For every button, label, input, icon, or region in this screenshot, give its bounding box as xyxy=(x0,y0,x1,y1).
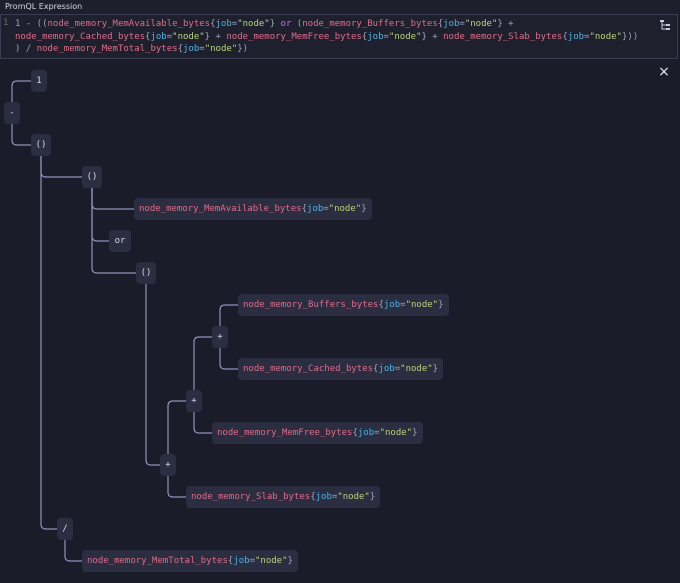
node-punct: } xyxy=(361,204,367,214)
tree-edge xyxy=(40,156,82,178)
node-punct: } xyxy=(287,556,293,566)
tree-edge xyxy=(91,188,134,210)
code-token: node_memory_MemAvailable_bytes xyxy=(47,19,211,29)
tree-node-n1[interactable]: 1 xyxy=(31,70,47,92)
tree-node-paren2[interactable]: () xyxy=(82,166,102,188)
code-token: } + xyxy=(497,19,520,29)
code-token: ( xyxy=(291,19,303,29)
code-token: "node" xyxy=(237,19,270,29)
tree-edge xyxy=(193,336,212,390)
tree-node-buffers[interactable]: node_memory_Buffers_bytes{job="node"} xyxy=(238,294,449,316)
code-token: job xyxy=(567,31,585,42)
node-punct: } xyxy=(369,492,376,502)
tree-node-memfree[interactable]: node_memory_MemFree_bytes{job="node"} xyxy=(212,422,423,444)
tree-view-icon[interactable] xyxy=(658,16,672,30)
tree-node-plus3[interactable]: + xyxy=(160,454,176,476)
expression-code[interactable]: 1 - ((node_memory_MemAvailable_bytes{job… xyxy=(15,18,638,56)
tree-node-slab[interactable]: node_memory_Slab_bytes{job="node"} xyxy=(186,486,381,508)
node-label: job xyxy=(357,428,375,438)
code-token: job xyxy=(183,44,200,54)
code-token: node_memory_Cached_bytes xyxy=(15,31,146,42)
node-metric: node_memory_Cached_bytes xyxy=(243,364,374,374)
code-token: job xyxy=(215,19,232,29)
code-token: })) xyxy=(621,31,639,42)
tree-edge xyxy=(167,400,186,454)
code-token: "node" xyxy=(388,31,422,42)
node-metric: node_memory_Slab_bytes xyxy=(191,492,311,502)
code-line: 1 - ((node_memory_MemAvailable_bytes{job… xyxy=(15,18,638,31)
tree-node-memavail[interactable]: node_memory_MemAvailable_bytes{job="node… xyxy=(134,198,372,220)
node-value: "node" xyxy=(337,492,370,502)
code-token: } xyxy=(269,19,281,29)
code-token: node_memory_Buffers_bytes xyxy=(302,19,438,29)
tree-node-divide[interactable]: / xyxy=(57,518,73,540)
node-metric: node_memory_MemAvailable_bytes xyxy=(139,204,302,214)
expression-editor[interactable]: 1 1 - ((node_memory_MemAvailable_bytes{j… xyxy=(0,14,678,59)
tree-node-cached[interactable]: node_memory_Cached_bytes{job="node"} xyxy=(238,358,444,380)
tree-node-paren1[interactable]: () xyxy=(31,134,51,156)
code-token: } + xyxy=(421,31,444,42)
code-token: job xyxy=(150,31,167,42)
node-metric: node_memory_MemTotal_bytes xyxy=(87,556,228,566)
panel-title: PromQL Expression xyxy=(5,2,83,11)
tree-edge xyxy=(219,348,238,370)
node-value: "node" xyxy=(405,300,439,310)
code-token: or xyxy=(280,19,292,29)
tree-edge xyxy=(193,412,212,434)
tree-node-memtotal[interactable]: node_memory_MemTotal_bytes{job="node"} xyxy=(82,550,298,572)
code-token: ) / xyxy=(15,44,37,54)
tree-node-or[interactable]: or xyxy=(109,230,131,252)
node-label: job xyxy=(306,204,324,214)
node-label: job xyxy=(378,364,395,374)
tree-node-paren3[interactable]: () xyxy=(136,262,156,284)
node-label: job xyxy=(233,556,250,566)
code-line: node_memory_Cached_bytes{job="node"} + n… xyxy=(15,31,638,44)
code-token: "node" xyxy=(464,19,498,29)
code-token: node_memory_MemTotal_bytes xyxy=(36,44,178,54)
tree-node-plus1[interactable]: + xyxy=(212,326,228,348)
node-value: "node" xyxy=(328,204,362,214)
code-token: job xyxy=(443,19,460,29)
node-punct: } xyxy=(438,300,444,310)
tree-edge xyxy=(167,476,186,498)
code-token: } + xyxy=(204,31,227,42)
node-label: job xyxy=(383,300,401,310)
line-number: 1 xyxy=(3,18,9,28)
node-value: "node" xyxy=(379,428,413,438)
tree-edge xyxy=(219,304,238,326)
tree-edge xyxy=(11,124,31,146)
node-punct: } xyxy=(432,364,439,374)
tree-edge xyxy=(91,188,109,242)
node-value: "node" xyxy=(255,556,288,566)
code-token: }) xyxy=(237,44,249,54)
code-token: job xyxy=(367,31,384,42)
tree-edge xyxy=(40,156,57,530)
panel-header: PromQL Expression xyxy=(0,0,680,14)
expression-tree: 1-()() node_memory_MemAvailable_bytes{job… xyxy=(0,59,680,583)
tree-node-minus[interactable]: - xyxy=(4,102,20,124)
code-token: 1 - (( xyxy=(15,19,48,29)
code-token: "node" xyxy=(589,31,622,42)
code-token: node_memory_MemFree_bytes xyxy=(226,31,362,42)
tree-edge xyxy=(11,80,31,102)
tree-node-plus2[interactable]: + xyxy=(186,390,202,412)
code-token: node_memory_Slab_bytes xyxy=(443,31,563,42)
node-value: "node" xyxy=(400,364,433,374)
node-metric: node_memory_MemFree_bytes xyxy=(217,428,353,438)
tree-edge xyxy=(145,284,160,466)
code-line: ) / node_memory_MemTotal_bytes{job="node… xyxy=(15,43,638,56)
node-punct: } xyxy=(412,428,418,438)
code-token: "node" xyxy=(172,31,205,42)
tree-edge xyxy=(64,540,82,562)
node-label: job xyxy=(315,492,332,502)
code-token: "node" xyxy=(204,44,238,54)
node-metric: node_memory_Buffers_bytes xyxy=(243,300,379,310)
